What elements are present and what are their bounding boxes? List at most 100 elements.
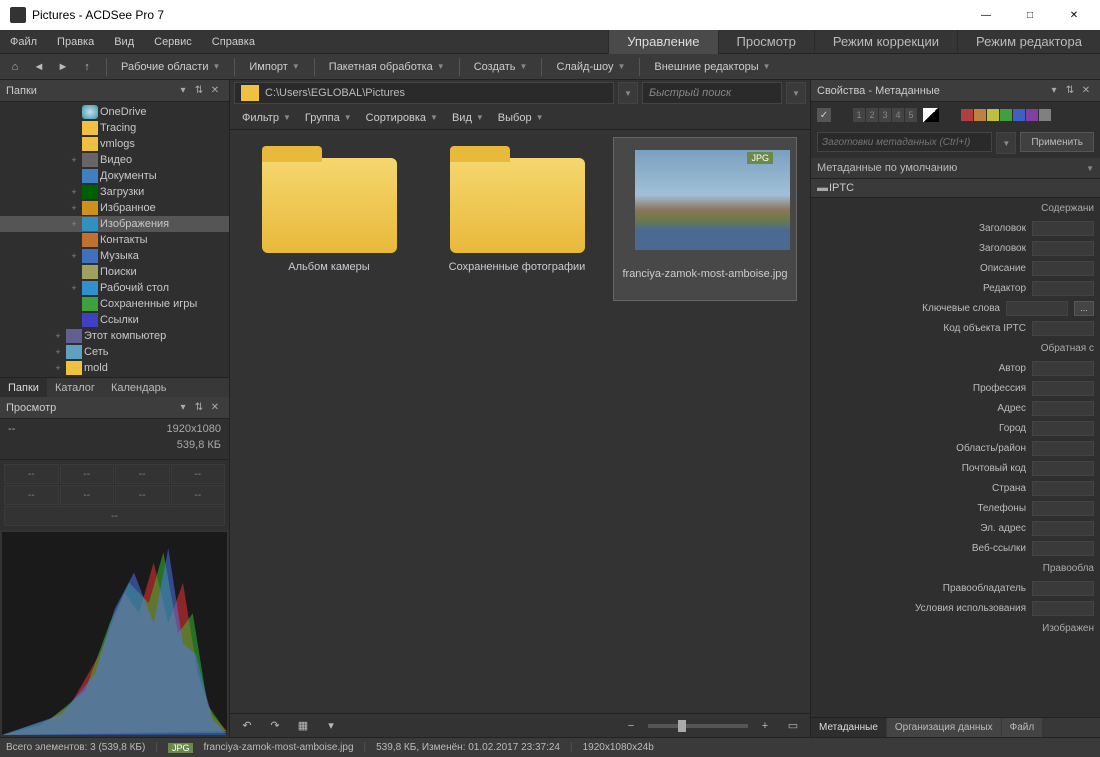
tree-item[interactable]: Tracing	[0, 120, 229, 136]
sort-menu[interactable]: Сортировка▼	[360, 107, 444, 129]
meta-field[interactable]	[1032, 581, 1094, 596]
rotate-right-icon[interactable]: ↷	[264, 715, 286, 737]
close-button[interactable]: ✕	[1052, 0, 1096, 30]
meta-field[interactable]	[1032, 421, 1094, 436]
color-swatch[interactable]	[1026, 109, 1038, 121]
rotate-left-icon[interactable]: ↶	[236, 715, 258, 737]
color-swatch[interactable]	[1013, 109, 1025, 121]
meta-field[interactable]	[1032, 321, 1094, 336]
tool-batch[interactable]: Пакетная обработка▼	[323, 56, 451, 78]
view-menu[interactable]: Вид▼	[446, 107, 490, 129]
mode-view[interactable]: Просмотр	[718, 30, 814, 54]
iptc-section-header[interactable]: ▬IPTC	[811, 178, 1100, 198]
meta-field[interactable]	[1032, 481, 1094, 496]
maximize-button[interactable]: □	[1008, 0, 1052, 30]
tab-file[interactable]: Файл	[1002, 718, 1043, 737]
view-mode-icon[interactable]: ▭	[782, 715, 804, 737]
tree-item[interactable]: +Видео	[0, 152, 229, 168]
menu-help[interactable]: Справка	[202, 31, 265, 53]
meta-field[interactable]	[1032, 221, 1094, 236]
tool-external[interactable]: Внешние редакторы▼	[648, 56, 776, 78]
expand-icon[interactable]: +	[68, 283, 80, 293]
expand-icon[interactable]: +	[68, 251, 80, 261]
panel-options-icon[interactable]: ▾	[175, 400, 191, 416]
tree-item[interactable]: +Сеть	[0, 344, 229, 360]
tree-item[interactable]: vmlogs	[0, 136, 229, 152]
menu-service[interactable]: Сервис	[144, 31, 202, 53]
apply-button[interactable]: Применить	[1020, 132, 1094, 152]
more-button[interactable]: ...	[1074, 301, 1094, 316]
select-menu[interactable]: Выбор▼	[492, 107, 550, 129]
tree-item[interactable]: +Загрузки	[0, 184, 229, 200]
color-labels[interactable]	[961, 109, 1051, 121]
tree-item[interactable]: +Музыка	[0, 248, 229, 264]
expand-icon[interactable]: +	[52, 347, 64, 357]
tree-item[interactable]: OneDrive	[0, 104, 229, 120]
quick-search[interactable]: Быстрый поиск	[642, 82, 782, 104]
meta-field[interactable]	[1032, 541, 1094, 556]
mode-manage[interactable]: Управление	[608, 30, 717, 54]
tree-item[interactable]: +mold	[0, 360, 229, 376]
zoom-out-icon[interactable]: −	[620, 715, 642, 737]
preset-dropdown-icon[interactable]: ▼	[996, 132, 1016, 154]
tool-workspaces[interactable]: Рабочие области▼	[115, 56, 226, 78]
meta-field[interactable]	[1032, 461, 1094, 476]
meta-field[interactable]	[1032, 601, 1094, 616]
expand-icon[interactable]: +	[52, 331, 64, 341]
tool-import[interactable]: Импорт▼	[243, 56, 305, 78]
tab-organize[interactable]: Организация данных	[887, 718, 1001, 737]
meta-default-header[interactable]: Метаданные по умолчанию▼	[811, 158, 1100, 178]
panel-close-icon[interactable]: ✕	[207, 400, 223, 416]
home-icon[interactable]: ⌂	[4, 56, 26, 78]
mode-develop[interactable]: Режим коррекции	[814, 30, 957, 54]
meta-field[interactable]	[1006, 301, 1068, 316]
thumbnail-grid[interactable]: Альбом камерыСохраненные фотографииJPGfr…	[230, 130, 810, 713]
color-swatch[interactable]	[1000, 109, 1012, 121]
panel-pin-icon[interactable]: ⇅	[191, 400, 207, 416]
zoom-slider[interactable]	[648, 724, 748, 728]
meta-field[interactable]	[1032, 361, 1094, 376]
tab-catalog[interactable]: Каталог	[47, 378, 103, 397]
tree-item[interactable]: Контакты	[0, 232, 229, 248]
tab-metadata[interactable]: Метаданные	[811, 718, 886, 737]
folder-tree[interactable]: OneDriveTracingvmlogs+ВидеоДокументы+Заг…	[0, 102, 229, 377]
meta-field[interactable]	[1032, 241, 1094, 256]
mode-edit[interactable]: Режим редактора	[957, 30, 1100, 54]
meta-field[interactable]	[1032, 441, 1094, 456]
tree-item[interactable]: Поиски	[0, 264, 229, 280]
filter-menu[interactable]: Фильтр▼	[236, 107, 297, 129]
meta-field[interactable]	[1032, 381, 1094, 396]
expand-icon[interactable]: +	[68, 187, 80, 197]
tree-item[interactable]: Документы	[0, 168, 229, 184]
tool-slideshow[interactable]: Слайд-шоу▼	[550, 56, 631, 78]
panel-close-icon[interactable]: ✕	[207, 83, 223, 99]
panel-close-icon[interactable]: ✕	[1078, 83, 1094, 99]
expand-icon[interactable]: +	[68, 203, 80, 213]
rating-numbers[interactable]: 12345	[853, 108, 917, 122]
up-icon[interactable]: ↑	[76, 56, 98, 78]
tab-folders[interactable]: Папки	[0, 378, 47, 397]
tree-item[interactable]: +Рабочий стол	[0, 280, 229, 296]
metadata-preset-input[interactable]	[817, 132, 992, 152]
forward-icon[interactable]: ►	[52, 56, 74, 78]
expand-icon[interactable]: +	[68, 155, 80, 165]
tree-item[interactable]: +Этот компьютер	[0, 328, 229, 344]
panel-pin-icon[interactable]: ⇅	[1062, 83, 1078, 99]
thumbnail[interactable]: JPGfranciya-zamok-most-amboise.jpg	[614, 138, 796, 300]
group-menu[interactable]: Группа▼	[299, 107, 358, 129]
tree-item[interactable]: +Изображения	[0, 216, 229, 232]
minimize-button[interactable]: —	[964, 0, 1008, 30]
meta-field[interactable]	[1032, 521, 1094, 536]
zoom-in-icon[interactable]: +	[754, 715, 776, 737]
color-swatch[interactable]	[987, 109, 999, 121]
color-swatch[interactable]	[961, 109, 973, 121]
panel-options-icon[interactable]: ▾	[1046, 83, 1062, 99]
menu-view[interactable]: Вид	[104, 31, 144, 53]
menu-file[interactable]: Файл	[0, 31, 47, 53]
color-swatch[interactable]	[974, 109, 986, 121]
tool-create[interactable]: Создать▼	[468, 56, 534, 78]
path-field[interactable]: C:\Users\EGLOBAL\Pictures	[234, 82, 614, 104]
tree-item[interactable]: +Избранное	[0, 200, 229, 216]
meta-field[interactable]	[1032, 401, 1094, 416]
path-dropdown-icon[interactable]: ▼	[618, 82, 638, 104]
